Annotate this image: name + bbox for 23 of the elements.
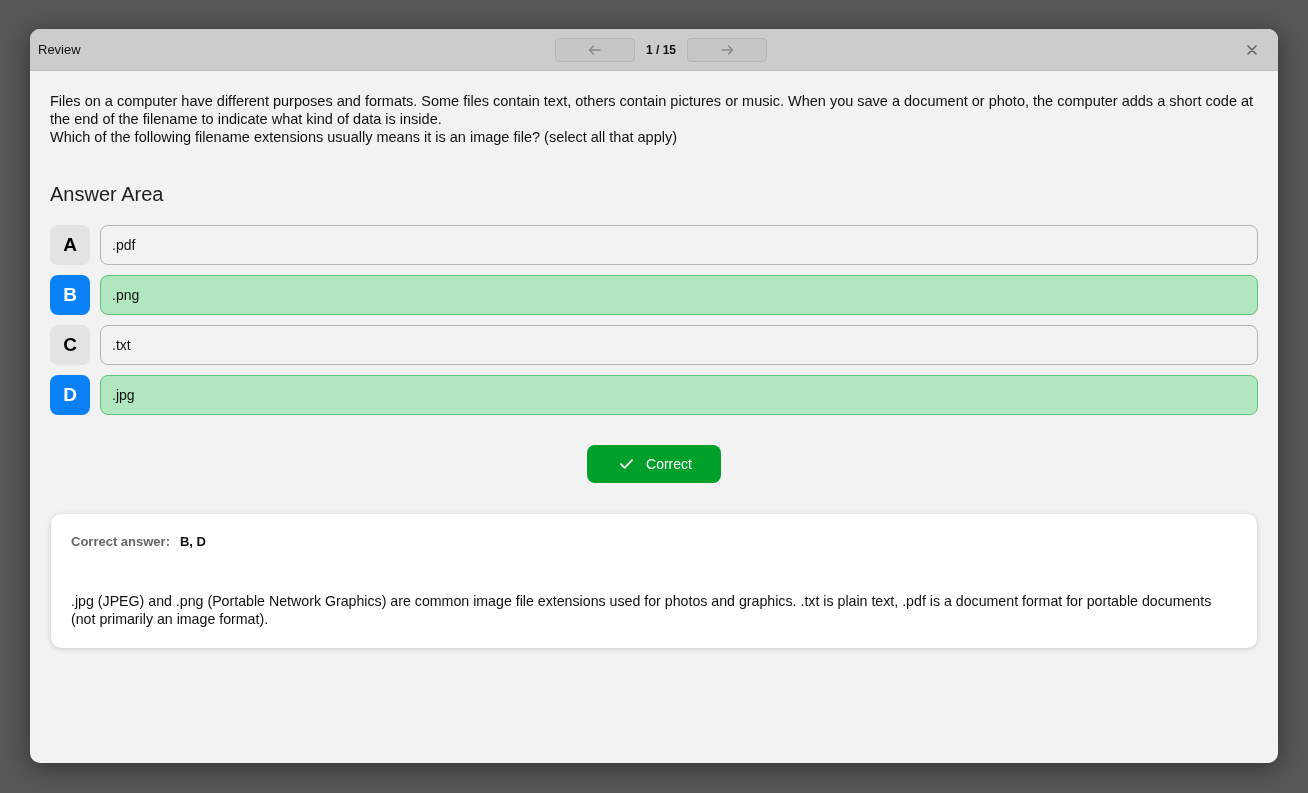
check-icon xyxy=(620,459,634,469)
option-letter[interactable]: B xyxy=(50,275,90,315)
question-text: Which of the following filename extensions usually means it is an image file? (select all that apply) xyxy=(50,128,679,146)
answer-option[interactable]: .txt xyxy=(100,325,1258,365)
answer-option[interactable]: .png xyxy=(100,275,1258,315)
question-text: Files on a computer have different purposes and formats. Some files contain text, others contain pictures or music. When you save a document or photo, the computer adds a short code at the end of the filename to indicate what kind of data is inside. xyxy=(50,92,1255,128)
close-button[interactable] xyxy=(1246,43,1258,56)
explanation-text: .jpg (JPEG) and .png (Portable Network Graphics) are common image file extensions used for photos and graphics. .txt is plain text, .pdf is a document format for portable documents (not primarily an image format). xyxy=(71,592,1213,628)
correct-answer-value: B, D xyxy=(180,533,206,551)
next-button[interactable] xyxy=(687,37,767,62)
answer-option[interactable]: .pdf xyxy=(100,225,1258,265)
close-icon xyxy=(1247,44,1257,55)
option-letter[interactable]: C xyxy=(50,325,90,365)
option-letter[interactable]: D xyxy=(50,375,90,415)
previous-button[interactable] xyxy=(555,37,635,62)
right-arrow-icon xyxy=(720,44,734,55)
answer-area-heading: Answer Area xyxy=(50,182,164,206)
answer-option[interactable]: .jpg xyxy=(100,375,1258,415)
left-arrow-icon xyxy=(588,44,602,55)
question-counter: 1 / 15 xyxy=(646,42,676,57)
correct-answer-label: Correct answer: xyxy=(71,533,170,551)
option-letter[interactable]: A xyxy=(50,225,90,265)
dialog-title: Review xyxy=(38,42,81,57)
